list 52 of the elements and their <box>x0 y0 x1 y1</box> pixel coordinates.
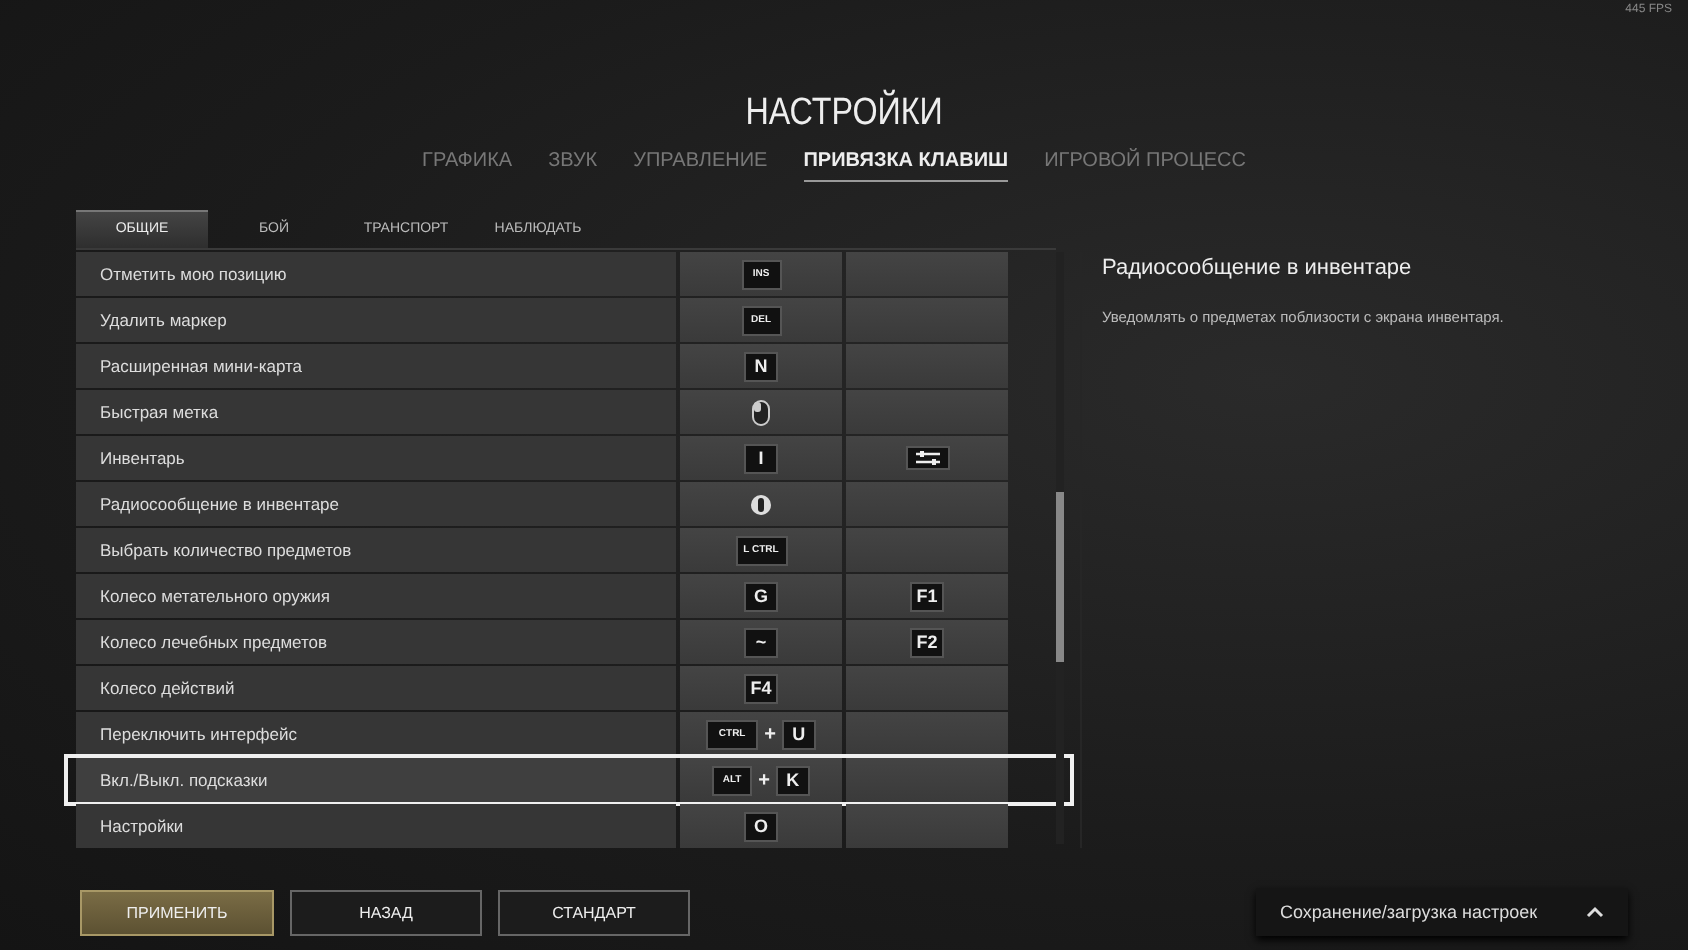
key-cap: O <box>744 811 778 841</box>
key-cap: F1 <box>910 581 944 611</box>
binding-slot[interactable] <box>846 712 1008 756</box>
action-label[interactable]: Удалить маркер <box>76 298 676 342</box>
plus-sign: + <box>764 723 776 745</box>
sliders-key-icon <box>905 446 949 470</box>
tab[interactable]: УПРАВЛЕНИЕ <box>633 148 768 182</box>
page-title: НАСТРОЙКИ <box>745 92 943 136</box>
detail-title: Радиосообщение в инвентаре <box>1102 256 1414 280</box>
binding-slot[interactable]: N <box>680 344 842 388</box>
binding-slot[interactable]: F4 <box>680 666 842 710</box>
action-label[interactable]: Колесо лечебных предметов <box>76 620 676 664</box>
action-label[interactable]: Колесо метательного оружия <box>76 574 676 618</box>
key-cap: K <box>775 765 810 795</box>
plus-sign: + <box>758 769 770 791</box>
action-label[interactable]: Быстрая метка <box>76 390 676 434</box>
key-cap: I <box>744 443 778 473</box>
binding-slot[interactable]: F1 <box>846 574 1008 618</box>
action-label[interactable]: Переключить интерфейс <box>76 712 676 756</box>
footer-button[interactable]: ПРИМЕНИТЬ <box>80 889 274 935</box>
binding-slot[interactable]: O <box>680 804 842 848</box>
tab[interactable]: ГРАФИКА <box>422 148 513 182</box>
footer-button[interactable]: НАЗАД <box>290 889 482 935</box>
key-cap: G <box>744 581 778 611</box>
tab[interactable]: ИГРОВОЙ ПРОЦЕСС <box>1044 148 1246 182</box>
action-label[interactable]: Настройки <box>76 804 676 848</box>
action-label[interactable]: Расширенная мини-карта <box>76 344 676 388</box>
action-label[interactable]: Вкл./Выкл. подсказки <box>76 758 676 802</box>
key-cap: U <box>781 719 816 749</box>
key-cap: ~ <box>744 627 778 657</box>
binding-slot[interactable] <box>680 482 842 526</box>
key-cap: N <box>744 351 778 381</box>
action-label[interactable]: Радиосообщение в инвентаре <box>76 482 676 526</box>
action-label[interactable]: Выбрать количество предметов <box>76 528 676 572</box>
tab[interactable]: ЗВУК <box>548 148 598 182</box>
save-load-button[interactable]: Сохранение/загрузка настроек <box>1256 888 1628 936</box>
scrollbar-thumb[interactable] <box>1056 492 1064 662</box>
binding-slot[interactable]: G <box>680 574 842 618</box>
chevron-up-icon <box>1586 906 1604 918</box>
mouse-icon <box>752 399 770 425</box>
key-cap: F2 <box>910 627 944 657</box>
mouse-wheel-icon <box>750 493 772 515</box>
binding-slot[interactable]: I <box>680 436 842 480</box>
action-label[interactable]: Колесо действий <box>76 666 676 710</box>
binding-slot[interactable]: F2 <box>846 620 1008 664</box>
key-cap: F4 <box>744 673 778 703</box>
binding-slot[interactable] <box>680 390 842 434</box>
tab[interactable]: ПРИВЯЗКА КЛАВИШ <box>803 148 1009 182</box>
footer-button[interactable]: СТАНДАРТ <box>498 889 690 935</box>
binding-slot[interactable]: ~ <box>680 620 842 664</box>
action-label[interactable]: Отметить мою позицию <box>76 252 676 296</box>
action-label[interactable]: Инвентарь <box>76 436 676 480</box>
